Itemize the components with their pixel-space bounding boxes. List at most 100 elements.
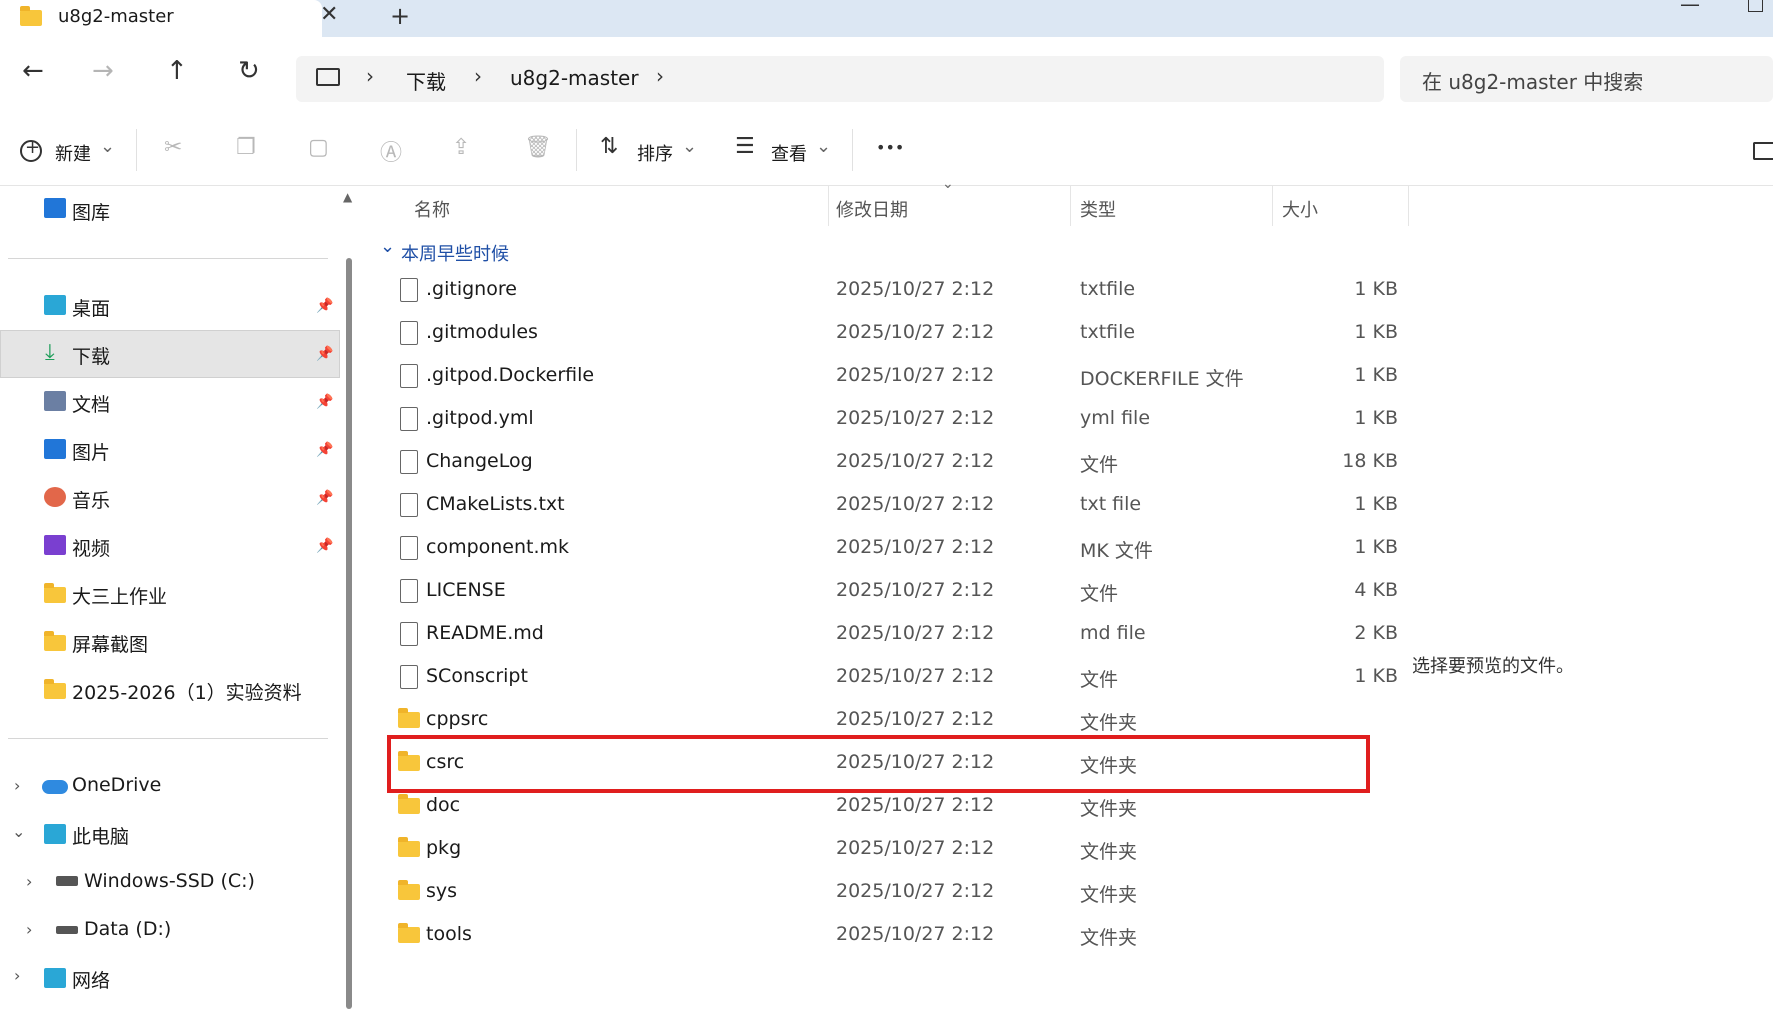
breadcrumb-downloads[interactable]: 下载 xyxy=(406,66,446,95)
file-type: DOCKERFILE 文件 xyxy=(1080,368,1244,390)
group-chevron-icon[interactable]: ⌄ xyxy=(380,236,395,257)
new-button[interactable]: 新建 xyxy=(55,140,91,166)
expand-chevron-icon[interactable]: › xyxy=(26,872,32,891)
document-icon xyxy=(44,391,66,411)
sidebar-item-folder[interactable]: 2025-2026（1）实验资料 xyxy=(72,678,302,705)
file-size: 4 KB xyxy=(1354,579,1398,601)
share-icon[interactable]: ⇪ xyxy=(452,135,470,160)
new-tab-button[interactable]: + xyxy=(390,2,410,30)
sidebar-item-network[interactable]: 网络 xyxy=(72,966,110,993)
file-type: 文件夹 xyxy=(1080,927,1138,949)
pin-icon[interactable]: 📌 xyxy=(316,346,333,362)
folder-icon xyxy=(398,923,420,943)
pin-icon[interactable]: 📌 xyxy=(316,394,333,410)
sidebar-item-onedrive[interactable]: OneDrive xyxy=(72,774,161,796)
file-icon xyxy=(400,493,418,517)
group-header[interactable]: 本周早些时候 xyxy=(401,240,509,266)
sort-indicator-icon: ⌄ xyxy=(942,176,954,192)
details-pane-icon[interactable] xyxy=(1753,142,1773,160)
folder-icon xyxy=(398,708,420,728)
file-name: SConscript xyxy=(426,665,528,687)
gallery-icon xyxy=(44,198,66,218)
file-modified-date: 2025/10/27 2:12 xyxy=(836,536,995,558)
file-modified-date: 2025/10/27 2:12 xyxy=(836,923,995,945)
scrollbar-thumb[interactable] xyxy=(346,258,352,1009)
this-pc-icon[interactable] xyxy=(316,68,340,86)
breadcrumb-current-folder[interactable]: u8g2-master xyxy=(510,66,639,90)
sidebar-item-documents[interactable]: 文档 xyxy=(72,390,110,417)
file-size: 1 KB xyxy=(1354,493,1398,515)
maximize-icon[interactable] xyxy=(1748,0,1763,12)
expand-chevron-icon[interactable]: › xyxy=(14,776,20,795)
file-size: 1 KB xyxy=(1354,321,1398,343)
breadcrumb-chevron[interactable]: › xyxy=(366,64,374,88)
sidebar-item-videos[interactable]: 视频 xyxy=(72,534,110,561)
column-header-name[interactable]: 名称 xyxy=(414,196,450,222)
breadcrumb-chevron[interactable]: › xyxy=(656,64,664,88)
more-options-icon[interactable]: ••• xyxy=(876,138,904,157)
file-size: 18 KB xyxy=(1342,450,1398,472)
refresh-icon[interactable]: ↻ xyxy=(238,56,260,86)
file-size: 1 KB xyxy=(1354,407,1398,429)
plus-icon: + xyxy=(25,137,41,158)
file-name: .gitignore xyxy=(426,278,517,300)
forward-icon[interactable]: → xyxy=(92,56,114,86)
file-icon xyxy=(400,407,418,431)
file-type: yml file xyxy=(1080,407,1151,429)
sidebar-item-this-pc[interactable]: 此电脑 xyxy=(72,822,129,849)
sidebar-divider xyxy=(8,738,328,739)
rename-icon[interactable]: Ⓐ xyxy=(380,135,402,167)
scroll-up-icon[interactable]: ▲ xyxy=(343,190,352,204)
drive-icon xyxy=(56,876,78,886)
music-icon xyxy=(44,487,66,507)
pin-icon[interactable]: 📌 xyxy=(316,490,333,506)
preview-pane-message: 选择要预览的文件。 xyxy=(1412,656,1574,677)
pin-icon[interactable]: 📌 xyxy=(316,538,333,554)
column-header-date[interactable]: 修改日期 xyxy=(836,196,908,222)
toolbar-divider xyxy=(136,129,137,171)
column-divider[interactable] xyxy=(828,186,829,226)
paste-icon[interactable]: ▢ xyxy=(308,135,329,160)
cut-icon[interactable]: ✂ xyxy=(164,135,182,160)
column-divider[interactable] xyxy=(1408,186,1409,226)
file-modified-date: 2025/10/27 2:12 xyxy=(836,579,995,601)
highlight-box xyxy=(387,735,1370,793)
column-header-size[interactable]: 大小 xyxy=(1282,196,1318,222)
sidebar-item-gallery[interactable]: 图库 xyxy=(72,198,110,225)
file-type: 文件夹 xyxy=(1080,798,1138,820)
column-divider[interactable] xyxy=(1272,186,1273,226)
sidebar-item-drive-c[interactable]: Windows-SSD (C:) xyxy=(84,870,255,892)
breadcrumb-chevron[interactable]: › xyxy=(474,64,482,88)
expand-chevron-icon[interactable]: › xyxy=(26,920,32,939)
delete-icon[interactable]: 🗑 xyxy=(524,135,552,160)
file-type: 文件夹 xyxy=(1080,712,1138,734)
file-modified-date: 2025/10/27 2:12 xyxy=(836,407,995,429)
sort-icon[interactable]: ⇅ xyxy=(600,134,618,159)
sort-button[interactable]: 排序 xyxy=(637,140,673,166)
pin-icon[interactable]: 📌 xyxy=(316,298,333,314)
collapse-chevron-icon[interactable]: ⌄ xyxy=(12,822,25,841)
file-icon xyxy=(400,321,418,345)
sidebar-item-folder[interactable]: 屏幕截图 xyxy=(72,630,148,657)
file-name: .gitpod.Dockerfile xyxy=(426,364,595,386)
sidebar-item-pictures[interactable]: 图片 xyxy=(72,438,110,465)
sidebar-item-drive-d[interactable]: Data (D:) xyxy=(84,918,171,940)
back-icon[interactable]: ← xyxy=(22,56,44,86)
view-button[interactable]: 查看 xyxy=(771,140,807,166)
file-type: txtfile xyxy=(1080,278,1136,300)
up-icon[interactable]: ↑ xyxy=(166,56,188,86)
minimize-icon[interactable]: — xyxy=(1680,0,1700,16)
address-bar[interactable] xyxy=(296,56,1384,102)
pin-icon[interactable]: 📌 xyxy=(316,442,333,458)
sidebar-item-music[interactable]: 音乐 xyxy=(72,486,110,513)
tab-close-icon[interactable]: ✕ xyxy=(320,2,338,27)
column-divider[interactable] xyxy=(1070,186,1071,226)
expand-chevron-icon[interactable]: › xyxy=(14,966,20,985)
file-name: sys xyxy=(426,880,458,902)
column-header-type[interactable]: 类型 xyxy=(1080,196,1116,222)
sidebar-item-folder[interactable]: 大三上作业 xyxy=(72,582,167,609)
file-modified-date: 2025/10/27 2:12 xyxy=(836,837,995,859)
view-icon[interactable]: ☰ xyxy=(735,134,755,159)
file-name: .gitpod.yml xyxy=(426,407,534,429)
copy-icon[interactable]: ❐ xyxy=(236,135,256,160)
